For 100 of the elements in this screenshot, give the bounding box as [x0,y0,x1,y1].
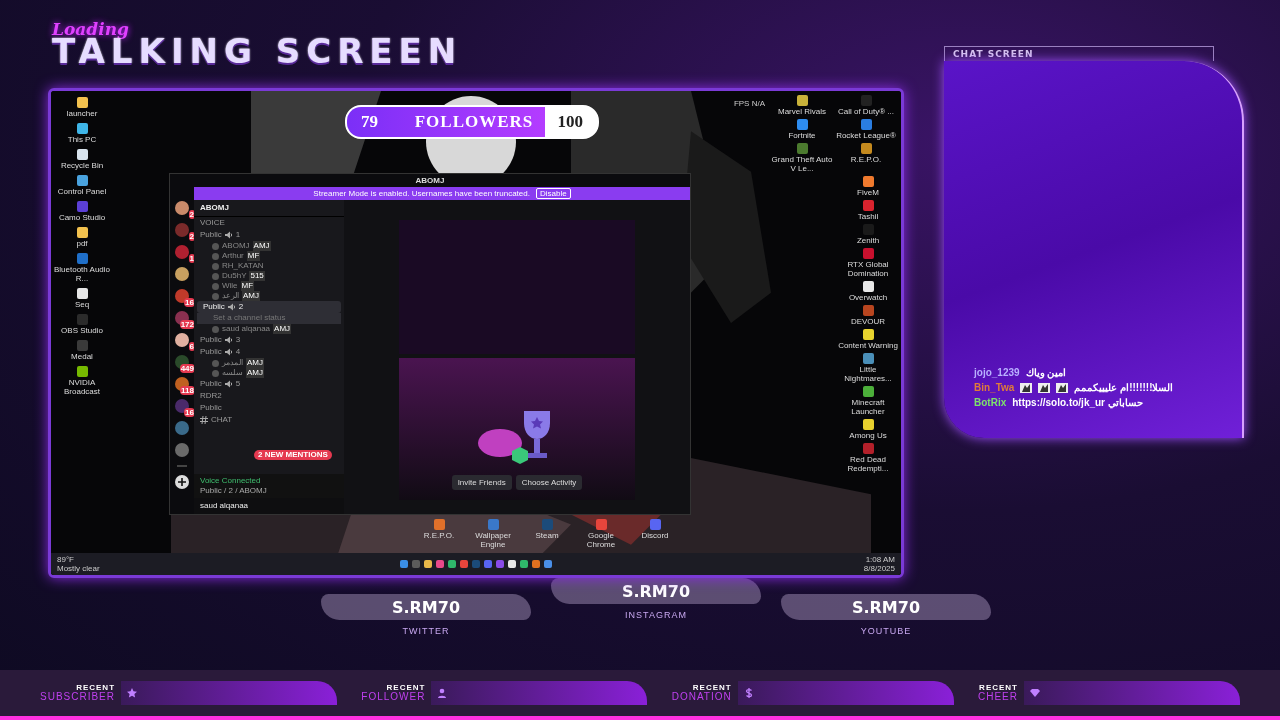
member-name: Du5hY [222,271,247,281]
taskbar-app-icon[interactable] [496,560,504,568]
icon-label: Tashil [857,212,879,221]
member-name: ABOMJ [222,241,250,251]
channel-name: Public [200,230,222,240]
app-icon[interactable] [796,95,808,106]
server-icon[interactable] [175,201,189,215]
icon-label: Medal [71,352,93,361]
voice-channel[interactable]: RDR2 [194,390,344,402]
app-icon[interactable] [76,175,88,186]
icon-label: Seq [74,300,90,309]
emote-icon [1056,382,1069,393]
channel-name: CHAT [211,415,233,425]
member-name: سلسه [222,368,243,378]
member-tag: AMJ [246,368,264,378]
icon-label: Grand Theft Auto V Le... [771,155,833,173]
icon-label: OBS Studio [61,326,103,335]
platform-label: TWITTER [402,626,450,636]
member-name: Arthur [222,251,244,261]
icon-label: NVIDIA Broadcast [63,378,101,396]
speaker-icon [224,231,233,239]
app-icon[interactable] [862,329,874,340]
app-icon[interactable] [76,149,88,160]
member-tag: MF [240,281,255,291]
icon-label: Discord [641,531,669,540]
icon-label: Fortnite [788,131,816,140]
icon-label: Camo Studio [58,213,106,222]
channel-number: 2 [238,302,244,312]
hash-icon [200,416,208,424]
channel-name: Public [203,302,225,312]
app-icon[interactable] [796,119,808,130]
app-icon[interactable] [862,419,874,430]
icon-label: launcher [66,109,98,118]
member-name: Wile [222,281,238,291]
app-icon[interactable] [76,366,88,377]
speaker-icon [224,348,233,356]
icon-label: R.E.P.O. [423,531,455,540]
member-tag: AMJ [252,241,271,251]
icon-label: Google Chrome [585,531,617,549]
activity-button[interactable]: Invite Friends [451,475,512,490]
mentions-badge[interactable]: 2 NEW MENTIONS [254,450,332,460]
platform-label: YOUTUBE [860,626,912,636]
taskbar-app-icon[interactable] [520,560,528,568]
icon-label: Overwatch [848,293,888,302]
app-icon[interactable] [860,143,872,154]
icon-label: Red Dead Redempti... [846,455,890,473]
server-icon[interactable] [175,267,189,281]
follower-count: 79 [360,112,379,132]
text-channel[interactable]: CHAT [194,414,344,426]
taskbar-app-icon[interactable] [448,560,456,568]
category-label: VOICE [199,217,226,229]
voice-channel-path: Public / 2 / ABOMJ [200,486,268,496]
channel-name: Public [200,335,222,345]
taskbar-app-icon[interactable] [400,560,408,568]
member-tag: MF [246,251,261,261]
recent-label: RECENT [692,684,732,692]
taskbar-app-icon[interactable] [508,560,516,568]
app-icon[interactable] [76,123,88,134]
icon-label: Rocket League® [836,131,896,140]
member-tag: AMJ [246,358,264,368]
icon-label: Steam [535,531,559,540]
chat-message: السلا!!!!!!!ام عليييكممم [1074,382,1174,393]
app-icon[interactable] [862,281,874,292]
voice-channel[interactable]: Public 4 [194,346,344,358]
server-name[interactable]: ABOMJ [194,200,344,217]
taskbar-app-icon[interactable] [424,560,432,568]
app-icon[interactable] [862,386,874,397]
taskbar-app-icon[interactable] [532,560,540,568]
window-title: ABOMJ [415,176,445,185]
voice-channel[interactable]: Public 1 [194,229,344,241]
voice-channel[interactable]: Public 3 [194,334,344,346]
disable-button[interactable]: Disable [535,188,571,199]
channel-number: 4 [235,347,241,357]
app-icon[interactable] [76,288,88,299]
icon-label: Wallpaper Engine [474,531,512,549]
app-icon[interactable] [76,227,88,238]
activity-button[interactable]: Choose Activity [515,475,583,490]
taskbar-app-icon[interactable] [484,560,492,568]
voice-channel[interactable]: Public 5 [194,378,344,390]
channel-status: Set a channel status [197,313,341,324]
weather-temp: 89°F [57,555,75,564]
add-server-icon[interactable] [175,475,189,489]
taskbar-app-icon[interactable] [544,560,552,568]
icon-label: Bluetooth Audio R... [52,265,111,283]
icon-label: RTX Global Domination [846,260,890,278]
voice-channel[interactable]: Public 2 [197,301,341,313]
recent-type: CHEER [978,692,1018,702]
taskbar-app-icon[interactable] [460,560,468,568]
channel-number: 5 [235,379,241,389]
emote-icon [1020,382,1033,393]
app-icon[interactable] [76,97,88,108]
social-handle: S.RM70 [551,578,761,604]
taskbar-app-icon[interactable] [436,560,444,568]
clock-date: 8/8/2025 [863,564,895,573]
server-icon[interactable] [175,333,189,347]
chat-username: Bin_Twa [974,382,1015,393]
member-name: saud alqanaa [222,324,271,334]
app-icon[interactable] [862,176,874,187]
goal-target: 100 [556,112,584,132]
channel-name: RDR2 [200,391,222,401]
